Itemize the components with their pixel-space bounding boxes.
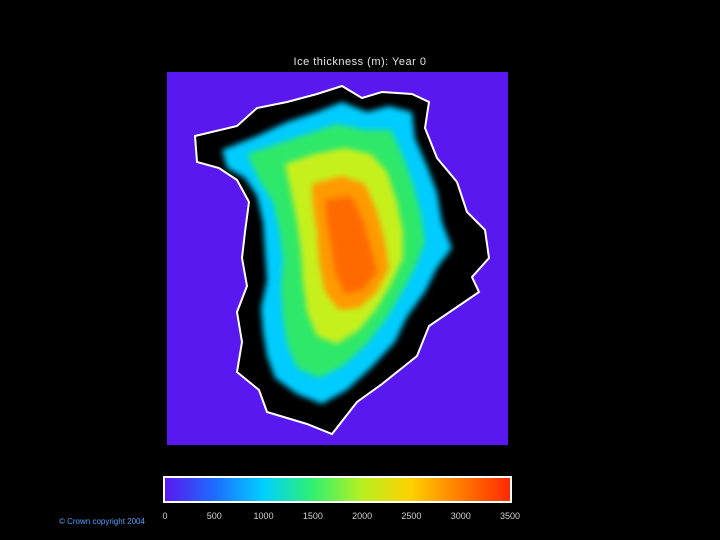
colorbar-tick-label: 1500: [302, 511, 323, 521]
colorbar-tick-label: 3500: [499, 511, 521, 521]
thickness-colorbar: [163, 476, 512, 503]
colorbar-gradient: [165, 478, 510, 501]
map-title: Ice thickness (m): Year 0: [293, 56, 427, 68]
colorbar-tick-label: 2500: [401, 511, 422, 521]
ice-thickness-map: [167, 72, 508, 445]
colorbar-tick-label: 3000: [450, 511, 471, 521]
colorbar-tick-label: 0: [162, 511, 168, 521]
greenland-ice-sheet: [193, 84, 491, 436]
colorbar-tick-label: 500: [206, 511, 222, 521]
copyright-notice: © Crown copyright 2004: [59, 517, 145, 526]
colorbar-tick-label: 1000: [253, 511, 274, 521]
colorbar-tick-label: 2000: [352, 511, 373, 521]
